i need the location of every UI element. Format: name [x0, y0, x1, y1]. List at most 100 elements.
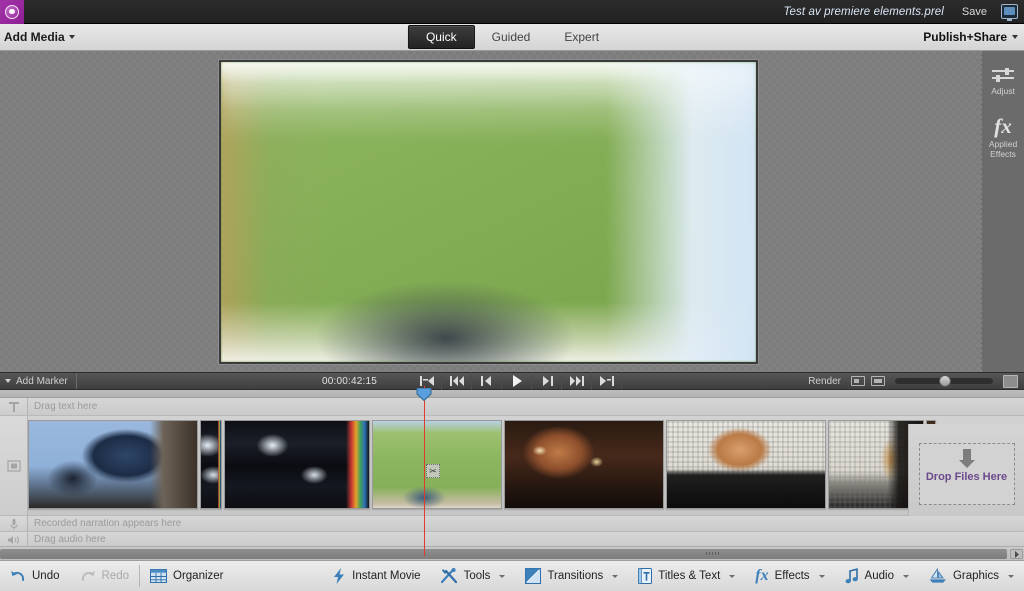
timeline-horizontal-scrollbar[interactable] — [0, 546, 1024, 560]
tab-guided[interactable]: Guided — [475, 26, 548, 48]
video-track-header[interactable] — [0, 416, 28, 515]
scrollbar-thumb[interactable] — [0, 549, 1007, 559]
chevron-down-icon — [1012, 35, 1018, 39]
zoom-slider-knob[interactable] — [939, 375, 951, 387]
step-back-button[interactable] — [472, 372, 502, 390]
titles-text-icon — [638, 568, 653, 584]
scissors-icon[interactable]: ✂ — [426, 464, 440, 478]
bottom-toolbar-right-group: Instant Movie Tools Transitions Titles &… — [322, 561, 1024, 591]
text-track-header[interactable] — [0, 398, 28, 415]
set-out-point-button[interactable] — [592, 372, 622, 390]
microphone-icon — [10, 518, 17, 529]
playhead-handle[interactable] — [416, 387, 432, 402]
scrollbar-grip — [706, 552, 720, 555]
transitions-button[interactable]: Transitions — [515, 561, 628, 591]
audio-label: Audio — [864, 570, 894, 582]
fx-icon: fx — [994, 114, 1012, 138]
timeline-clip[interactable] — [504, 419, 664, 509]
chevron-down-icon — [902, 574, 909, 578]
add-media-label: Add Media — [4, 30, 65, 44]
tools-button[interactable]: Tools — [431, 561, 516, 591]
publish-share-button[interactable]: Publish+Share — [923, 30, 1018, 44]
timeline-view-icon[interactable] — [851, 376, 865, 386]
adobe-premiere-elements-logo-icon[interactable] — [0, 0, 24, 24]
add-marker-button[interactable]: Add Marker — [0, 373, 77, 389]
timeline-clip[interactable] — [200, 419, 222, 509]
lightning-bolt-icon — [334, 568, 345, 584]
panel-item-applied-effects[interactable]: fx Applied Effects — [982, 114, 1024, 160]
audio-button[interactable]: Audio — [835, 561, 919, 591]
video-clip-strip[interactable] — [28, 416, 1024, 515]
chevron-down-icon — [499, 574, 506, 578]
bottom-toolbar: Undo Redo Organizer Instant Movie Tools … — [0, 560, 1024, 591]
organizer-grid-icon — [150, 569, 167, 583]
go-to-previous-edit-button[interactable] — [442, 372, 472, 390]
track-narration[interactable]: Recorded narration appears here — [0, 516, 1024, 532]
redo-button[interactable]: Redo — [70, 561, 140, 591]
transitions-label: Transitions — [547, 570, 604, 582]
menu-bar: Add Media Quick Guided Expert Publish+Sh… — [0, 24, 1024, 51]
track-video[interactable]: Drop Files Here — [0, 416, 1024, 524]
audio-track-header[interactable] — [0, 532, 28, 547]
graphics-button[interactable]: Graphics — [919, 561, 1024, 591]
timecode-display[interactable]: 00:00:42:15 — [322, 376, 377, 387]
mode-tabs: Quick Guided Expert — [407, 24, 616, 50]
render-label[interactable]: Render — [808, 376, 841, 387]
title-bar: Test av premiere elements.prel Save — [0, 0, 1024, 24]
narration-track-header[interactable] — [0, 516, 28, 531]
text-track-icon — [8, 401, 19, 412]
display-monitor-icon[interactable] — [1001, 4, 1018, 21]
tab-quick[interactable]: Quick — [407, 25, 475, 49]
panel-item-adjust[interactable]: Adjust — [982, 67, 1024, 96]
timeline-clip[interactable] — [28, 419, 198, 509]
scroll-right-button[interactable] — [1010, 549, 1023, 559]
timeline-zoom-slider[interactable] — [895, 375, 993, 387]
titles-text-button[interactable]: Titles & Text — [628, 561, 745, 591]
chevron-down-icon — [68, 35, 75, 39]
undo-button[interactable]: Undo — [0, 561, 70, 591]
music-note-icon — [845, 568, 858, 584]
timeline-control-bar: Add Marker 00:00:42:15 Render — [0, 372, 1024, 390]
preview-monitor[interactable] — [219, 60, 758, 364]
chevron-down-icon — [1008, 574, 1014, 578]
tab-expert[interactable]: Expert — [547, 26, 616, 48]
add-media-button[interactable]: Add Media — [4, 30, 75, 44]
drop-files-here-zone[interactable]: Drop Files Here — [918, 443, 1015, 505]
drop-files-region[interactable]: Drop Files Here — [908, 424, 1024, 524]
logo-glyph — [5, 4, 19, 19]
undo-label: Undo — [32, 570, 60, 582]
render-zoom-group: Render — [808, 374, 1018, 388]
instant-movie-button[interactable]: Instant Movie — [322, 561, 430, 591]
organizer-label: Organizer — [173, 570, 224, 582]
publish-share-label: Publish+Share — [923, 30, 1007, 44]
timeline-ruler[interactable] — [0, 390, 1024, 398]
chevron-down-icon — [729, 574, 736, 578]
audio-track-hint: Drag audio here — [34, 534, 106, 545]
fx-icon: fx — [755, 567, 769, 584]
text-track-hint: Drag text here — [34, 401, 98, 412]
panel-item-applied-effects-label: Applied Effects — [988, 139, 1018, 159]
timeline-clip[interactable] — [666, 419, 826, 509]
chevron-down-icon — [818, 574, 825, 578]
play-button[interactable] — [502, 372, 532, 390]
timeline-clip[interactable] — [224, 419, 370, 509]
add-marker-label: Add Marker — [16, 375, 68, 387]
transitions-icon — [525, 568, 542, 584]
timeline-panel: Drag text here Drop Files Here Recorded … — [0, 386, 1024, 560]
zoom-maximize-button[interactable] — [1003, 374, 1018, 388]
effects-button[interactable]: fx Effects — [745, 561, 834, 591]
organizer-button[interactable]: Organizer — [140, 561, 234, 591]
chevron-down-icon — [5, 379, 11, 383]
panel-item-adjust-label: Adjust — [991, 86, 1015, 96]
effects-label: Effects — [774, 570, 810, 582]
tools-label: Tools — [463, 570, 491, 582]
tools-icon — [440, 568, 457, 584]
save-button[interactable]: Save — [962, 6, 987, 18]
timeline-fit-icon[interactable] — [871, 376, 885, 386]
sliders-icon — [992, 67, 1014, 83]
sailboat-icon — [929, 568, 946, 583]
track-text[interactable]: Drag text here — [0, 398, 1024, 416]
go-to-next-edit-button[interactable] — [562, 372, 592, 390]
transport-controls — [412, 372, 622, 390]
step-forward-button[interactable] — [532, 372, 562, 390]
